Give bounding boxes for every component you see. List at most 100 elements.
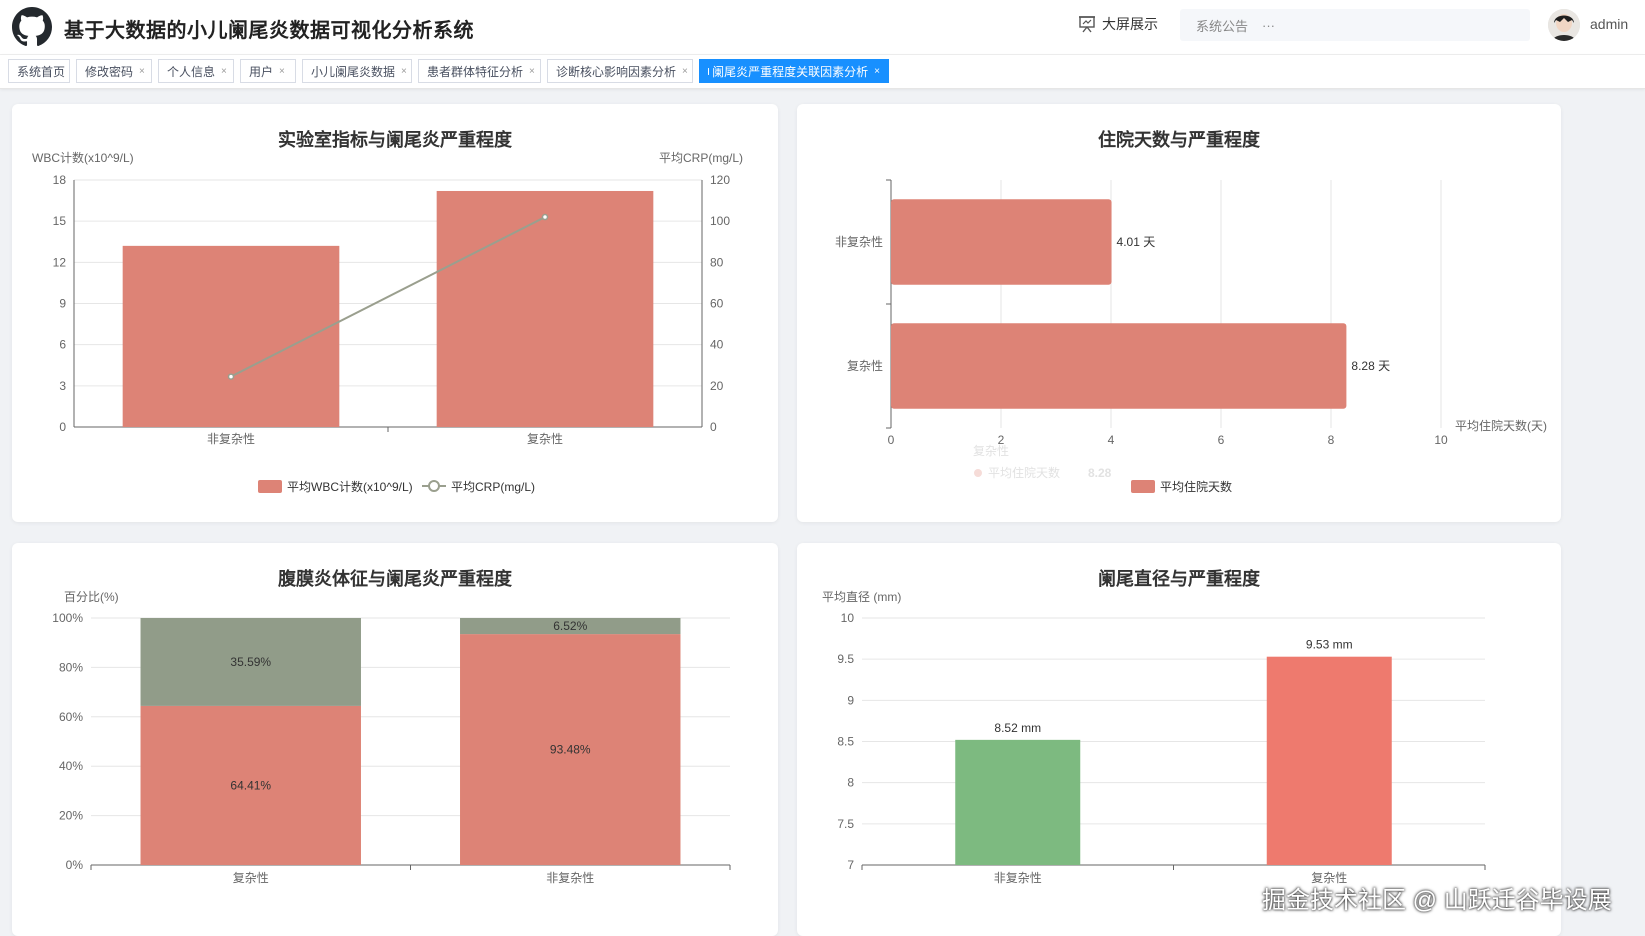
x-tick-label: 8 [1328, 433, 1335, 447]
legend-label-crp: 平均CRP(mg/L) [451, 480, 535, 494]
panel-peritonitis: 腹膜炎体征与阑尾炎严重程度 0% 20% 40% 60% 80% 100% 百分比(%) 复杂… [12, 543, 778, 936]
close-icon[interactable]: × [401, 66, 407, 77]
notice-more[interactable]: ··· [1262, 18, 1275, 33]
tooltip-label: 平均住院天数 [988, 465, 1060, 480]
y-tick-label: 9.5 [837, 652, 854, 666]
y-tick-label-right: 0 [710, 420, 717, 434]
tab-users[interactable]: 用户 × [240, 59, 296, 83]
bar-value-label: 8.28 天 [1351, 359, 1390, 373]
y-tick-label: 复杂性 [847, 359, 883, 373]
close-icon[interactable]: × [221, 66, 227, 77]
y-tick-label-left: 9 [59, 297, 66, 311]
x-tick-label: 非复杂性 [207, 432, 255, 446]
panel-lab-indicators: 实验室指标与阑尾炎严重程度 0 3 6 9 12 15 18 0 20 40 60 80 100 120 W… [12, 104, 778, 522]
watermark: 掘金技术社区 @ 山跃迁谷毕设展 [1262, 887, 1612, 914]
y-axis-label: 百分比(%) [64, 590, 119, 604]
y-tick-label-right: 120 [710, 173, 730, 187]
bar-hospital-days [891, 199, 1112, 285]
tooltip-marker [974, 469, 982, 477]
y-tick-label: 7 [847, 858, 854, 872]
y-tick-label: 8.5 [837, 735, 854, 749]
x-tick-label: 复杂性 [527, 432, 563, 446]
y-tick-label: 7.5 [837, 817, 854, 831]
tab-label: 小儿阑尾炎数据 [311, 64, 396, 79]
bar-value-label: 9.53 mm [1306, 638, 1353, 652]
username[interactable]: admin [1590, 16, 1628, 32]
segment-value-label: 6.52% [553, 619, 587, 633]
bar-diameter [1266, 656, 1392, 865]
tab-label: 修改密码 [85, 64, 134, 79]
y-tick-label-right: 20 [710, 379, 724, 393]
legend-marker-crp [428, 480, 440, 492]
y-tick-label-left: 3 [59, 379, 66, 393]
user-avatar-icon [1548, 9, 1580, 41]
panel-appendix-diameter: 阑尾直径与严重程度 7 7.5 8 8.5 9 9.5 10 平均直径 (mm) 非复杂性 8.5… [797, 543, 1561, 936]
point-crp [227, 373, 235, 380]
x-tick-label: 复杂性 [233, 871, 269, 885]
avatar[interactable] [1548, 9, 1580, 41]
github-logo-icon[interactable] [12, 7, 52, 47]
bar-hospital-days [891, 323, 1347, 409]
y-tick-label: 40% [59, 759, 83, 773]
y-tick-label: 20% [59, 809, 83, 823]
bigscreen-button[interactable]: 大屏展示 [1078, 14, 1158, 34]
y-tick-label: 0% [66, 858, 84, 872]
y-axis-label-right: 平均CRP(mg/L) [659, 151, 743, 165]
chart-hospital-days: 0 2 4 6 8 10非复杂性 4.01 天复杂性 8.28 天平均住院天数(天)复杂性平均… [835, 179, 1547, 494]
system-notice[interactable]: 系统公告 ··· [1180, 9, 1530, 41]
close-icon[interactable]: × [682, 66, 688, 77]
close-icon[interactable]: × [139, 66, 145, 77]
point-crp [541, 213, 549, 221]
close-icon[interactable]: × [279, 66, 285, 77]
tab-label: 用户 [249, 64, 274, 79]
tab-severity-factors[interactable]: 阑尾炎严重程度关联因素分析 × [699, 59, 889, 83]
close-icon[interactable]: × [874, 66, 880, 77]
x-tick-label: 10 [1434, 433, 1448, 447]
x-tick-label: 非复杂性 [546, 871, 594, 885]
x-tick-label: 4 [1108, 433, 1115, 447]
y-tick-label: 100% [52, 611, 83, 625]
tab-diagnosis-factors[interactable]: 诊断核心影响因素分析 × [547, 59, 693, 83]
y-tick-label-right: 80 [710, 255, 724, 269]
y-tick-label-left: 12 [53, 255, 67, 269]
tab-label: 阑尾炎严重程度关联因素分析 [712, 64, 869, 79]
y-tick-label: 10 [841, 611, 855, 625]
bar-value-label: 8.52 mm [994, 721, 1041, 735]
app-title: 基于大数据的小儿阑尾炎数据可视化分析系统 [64, 20, 474, 42]
close-icon[interactable]: × [529, 66, 535, 77]
tab-patient-features[interactable]: 患者群体特征分析 × [418, 59, 541, 83]
tab-home[interactable]: 系统首页 [8, 59, 70, 83]
legend-label-wbc: 平均WBC计数(x10^9/L) [287, 479, 413, 494]
presentation-icon [1079, 16, 1095, 33]
bigscreen-label: 大屏展示 [1102, 16, 1158, 32]
y-tick-label: 非复杂性 [835, 235, 883, 249]
tab-label: 诊断核心影响因素分析 [556, 64, 677, 79]
tab-label: 系统首页 [17, 64, 66, 79]
chart-peritonitis: 0% 20% 40% 60% 80% 100% 百分比(%) 复杂性 64.41% 35.59% 非… [52, 590, 731, 885]
y-axis-label: 平均直径 (mm) [822, 590, 901, 604]
y-tick-label-left: 0 [59, 420, 66, 434]
tab-change-password[interactable]: 修改密码 × [76, 59, 152, 83]
y-tick-label-right: 60 [710, 297, 724, 311]
tooltip-title: 复杂性 [973, 444, 1009, 458]
panel-hospital-days: 住院天数与严重程度 0 2 4 6 8 10 非复杂性 4.01 天复杂性 8.28 天平均住院… [797, 104, 1561, 522]
legend-label: 平均住院天数 [1160, 479, 1232, 494]
legend-swatch-wbc [258, 480, 282, 493]
bar-wbc [122, 245, 340, 427]
x-axis-label: 平均住院天数(天) [1455, 418, 1547, 433]
tab-label: 个人信息 [167, 64, 216, 79]
segment-value-label: 64.41% [230, 778, 271, 792]
x-tick-label: 6 [1218, 433, 1225, 447]
notice-label: 系统公告 [1196, 18, 1249, 34]
bar-wbc [436, 190, 654, 427]
tab-profile[interactable]: 个人信息 × [158, 59, 234, 83]
chart-appendix-diameter: 77.588.599.510平均直径 (mm)非复杂性8.52 mm复杂性9.5… [822, 590, 1486, 885]
y-tick-label-right: 40 [710, 338, 724, 352]
tab-appendicitis-data[interactable]: 小儿阑尾炎数据 × [302, 59, 412, 83]
tooltip-value: 8.28 [1088, 466, 1112, 480]
tags-view: 系统首页 修改密码 × 个人信息 × 用户 × 小儿阑尾炎数据 × 患者群体特征分析 × … [0, 55, 1645, 89]
chart-lab-indicators: 0 3 6 9 12 15 18 0 20 40 60 80 100 120 WBC计数(x10^9/L) 平… [32, 150, 743, 494]
y-tick-label-left: 6 [59, 338, 66, 352]
y-axis-label-left: WBC计数(x10^9/L) [32, 150, 134, 165]
legend-swatch [1131, 480, 1155, 493]
